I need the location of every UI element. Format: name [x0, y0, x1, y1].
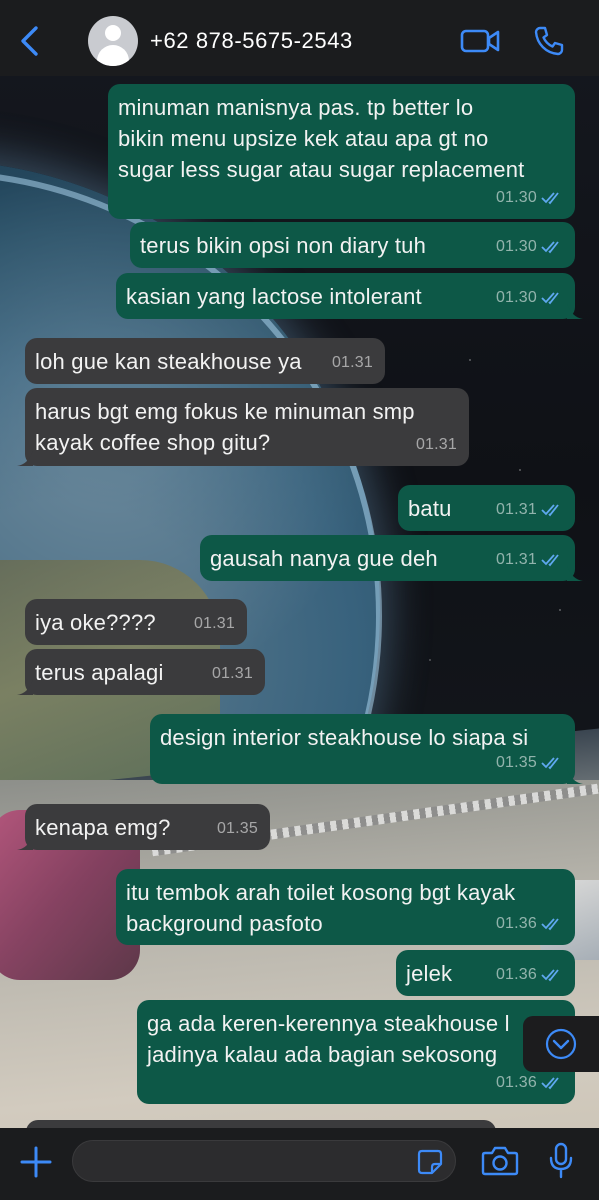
double-check-icon — [541, 756, 559, 769]
message-time: 01.31 — [193, 615, 235, 632]
message-meta: 01.35 — [217, 813, 258, 844]
message-time: 01.30 — [495, 238, 537, 255]
message-meta: 01.31 — [332, 347, 373, 378]
message-time: 01.31 — [211, 665, 253, 682]
message-bubble-outgoing[interactable]: jelek 01.36 — [396, 950, 575, 996]
message-time: 01.31 — [495, 501, 537, 518]
message-meta: 01.31 — [496, 544, 563, 575]
composer-bar — [0, 1128, 599, 1200]
message-bubble-outgoing[interactable]: itu tembok arah toilet kosong bgt kayak … — [116, 869, 575, 945]
avatar-head — [105, 25, 121, 41]
bubble-tail — [17, 450, 33, 466]
message-list[interactable]: minuman manisnya pas. tp better lo bikin… — [0, 76, 599, 1128]
sticker-button[interactable] — [416, 1148, 444, 1176]
message-time: 01.31 — [495, 551, 537, 568]
contact-avatar[interactable] — [88, 16, 138, 66]
message-meta: 01.31 — [212, 658, 253, 689]
bubble-tail — [567, 768, 583, 784]
chevron-down-circle-icon — [545, 1028, 577, 1060]
contact-name[interactable]: +62 878-5675-2543 — [150, 28, 353, 54]
message-time: 01.36 — [495, 915, 537, 932]
message-bubble-incoming[interactable]: loh gue kan steakhouse ya 01.31 — [25, 338, 385, 384]
voice-message-button[interactable] — [548, 1142, 574, 1180]
message-text: ga ada keren-kerennya steakhouse l jadin… — [147, 1011, 510, 1067]
message-input[interactable] — [72, 1140, 456, 1182]
message-bubble-incoming[interactable]: terus apalagi 01.31 — [17, 649, 265, 695]
message-bubble-outgoing[interactable]: gausah nanya gue deh 01.31 — [200, 535, 583, 581]
phone-icon — [534, 26, 564, 56]
camera-button[interactable] — [480, 1144, 520, 1178]
double-check-icon — [541, 291, 559, 304]
camera-icon — [481, 1146, 519, 1176]
message-bubble-outgoing[interactable]: kasian yang lactose intolerant 01.30 — [116, 273, 583, 319]
double-check-icon — [541, 1076, 559, 1089]
message-meta: 01.35 — [496, 747, 563, 778]
message-time: 01.36 — [495, 966, 537, 983]
microphone-icon — [549, 1142, 573, 1179]
plus-icon — [20, 1146, 52, 1178]
message-meta: 01.30 — [496, 231, 563, 262]
scroll-to-bottom-button[interactable] — [523, 1016, 599, 1072]
message-bubble-incoming[interactable]: harus bgt emg fokus ke minuman smp kayak… — [17, 388, 469, 466]
sticker-icon — [417, 1149, 443, 1175]
message-bubble-incoming[interactable]: kenapa emg? 01.35 — [17, 804, 270, 850]
bubble-tail — [17, 679, 33, 695]
message-meta: 01.30 — [496, 182, 563, 213]
double-check-icon — [541, 553, 559, 566]
double-check-icon — [541, 503, 559, 516]
double-check-icon — [541, 240, 559, 253]
message-time: 01.31 — [331, 354, 373, 371]
message-text: loh gue kan steakhouse ya — [35, 349, 302, 374]
message-meta: 01.30 — [496, 282, 563, 313]
message-text: harus bgt emg fokus ke minuman smp kayak… — [35, 399, 415, 455]
bubble-tail — [567, 565, 583, 581]
message-time: 01.31 — [415, 436, 457, 453]
message-meta: 01.36 — [496, 959, 563, 990]
message-bubble-outgoing[interactable]: terus bikin opsi non diary tuh 01.30 — [130, 222, 575, 268]
bubble-tail — [17, 834, 33, 850]
video-call-button[interactable] — [460, 26, 500, 56]
voice-call-button[interactable] — [532, 24, 566, 58]
message-text: minuman manisnya pas. tp better lo bikin… — [118, 95, 525, 182]
message-bubble-outgoing[interactable]: batu 01.31 — [398, 485, 575, 531]
avatar-body — [97, 45, 129, 66]
message-bubble-outgoing[interactable]: design interior steakhouse lo siapa si 0… — [150, 714, 583, 784]
chevron-left-icon — [21, 26, 38, 56]
message-bubble-outgoing[interactable]: ga ada keren-kerennya steakhouse l jadin… — [137, 1000, 575, 1104]
bubble-tail — [567, 303, 583, 319]
message-time: 01.30 — [495, 189, 537, 206]
chat-header: +62 878-5675-2543 — [0, 0, 599, 76]
message-time: 01.35 — [216, 820, 258, 837]
message-time: 01.30 — [495, 289, 537, 306]
message-bubble-incoming[interactable]: iya oke???? 01.31 — [25, 599, 247, 645]
message-bubble-outgoing[interactable]: minuman manisnya pas. tp better lo bikin… — [108, 84, 575, 219]
attach-button[interactable] — [18, 1144, 54, 1180]
message-time: 01.35 — [495, 754, 537, 771]
message-meta: 01.31 — [194, 608, 235, 639]
double-check-icon — [541, 191, 559, 204]
back-button[interactable] — [10, 20, 50, 60]
double-check-icon — [541, 917, 559, 930]
double-check-icon — [541, 968, 559, 981]
message-meta: 01.31 — [496, 494, 563, 525]
message-meta: 01.36 — [496, 908, 563, 939]
message-meta: 01.31 — [416, 429, 457, 460]
video-camera-icon — [460, 29, 500, 53]
